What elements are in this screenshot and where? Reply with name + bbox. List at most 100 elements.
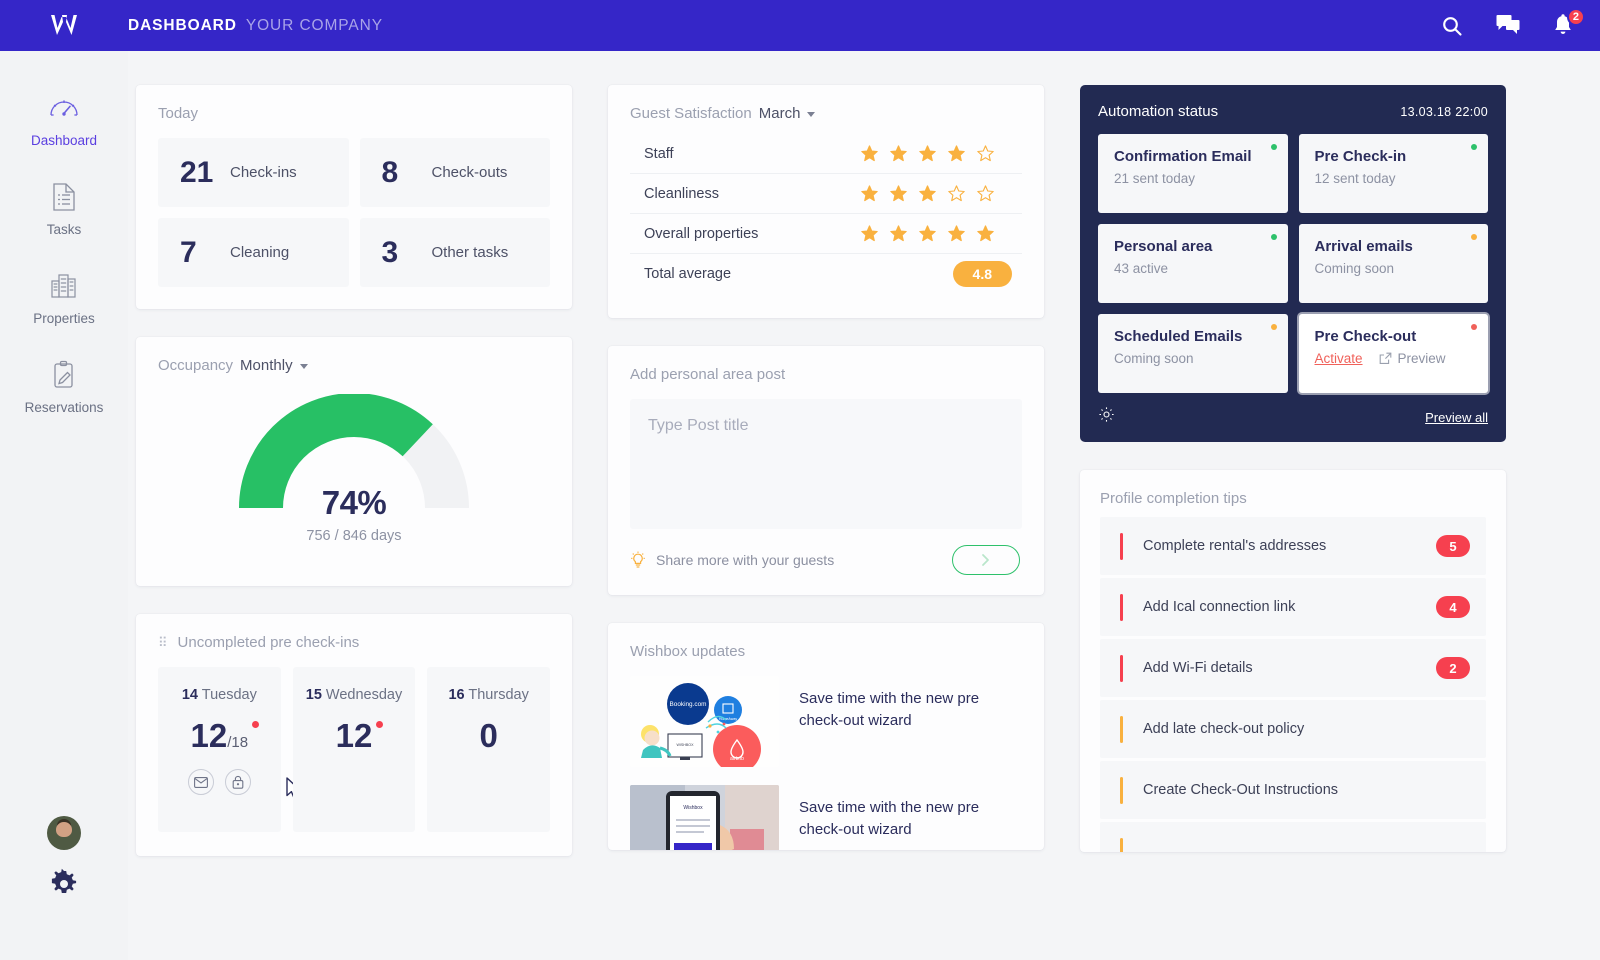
chat-icon[interactable] bbox=[1496, 14, 1520, 38]
day-weekday: Thursday bbox=[468, 687, 529, 703]
tip-item-rental-addresses[interactable]: Complete rental's addresses 5 bbox=[1100, 517, 1486, 575]
tip-item-checkout-instructions[interactable]: Create Check-Out Instructions bbox=[1100, 761, 1486, 819]
external-link-icon bbox=[1379, 352, 1391, 364]
today-tile-checkins[interactable]: 21 Check-ins bbox=[158, 138, 349, 207]
tip-priority-bar bbox=[1120, 593, 1123, 621]
wishbox-title: Wishbox updates bbox=[630, 643, 746, 660]
automation-card-pre-checkin[interactable]: Pre Check-in 12 sent today bbox=[1298, 134, 1488, 213]
tip-badge: 4 bbox=[1436, 596, 1470, 618]
day-card-wednesday[interactable]: 15 Wednesday 12 bbox=[292, 667, 416, 832]
tip-label: Complete rental's addresses bbox=[1143, 538, 1327, 554]
column-middle: Guest Satisfaction March Staff Cleanline… bbox=[608, 85, 1044, 878]
chevron-right-icon bbox=[982, 554, 989, 566]
tip-item-wifi-details[interactable]: Add Wi-Fi details 2 bbox=[1100, 639, 1486, 697]
automation-card-confirmation-email[interactable]: Confirmation Email 21 sent today bbox=[1098, 134, 1288, 213]
status-dot bbox=[1471, 324, 1477, 330]
day-actions bbox=[158, 769, 281, 795]
column-left: Today 21 Check-ins 8 Check-outs 7 Cleani… bbox=[136, 85, 572, 884]
buildings-icon bbox=[47, 269, 81, 303]
tip-priority-bar bbox=[1120, 776, 1123, 804]
automation-title: Automation status bbox=[1098, 103, 1219, 120]
gauge-detail: 756 / 846 days bbox=[306, 528, 402, 544]
automation-card-subtitle: 12 sent today bbox=[1314, 171, 1396, 186]
list-item[interactable]: Booking.com HomeAway airbnb WISHBOX Save… bbox=[630, 676, 1022, 767]
chevron-down-icon[interactable] bbox=[807, 112, 816, 117]
top-navigation-bar: DASHBOARD YOUR COMPANY 2 bbox=[0, 0, 1600, 51]
rating-row-total: Total average 4.8 bbox=[630, 254, 1022, 294]
activate-link[interactable]: Activate bbox=[1315, 351, 1363, 366]
post-title-input[interactable]: Type Post title bbox=[630, 399, 1022, 529]
today-tile-other-tasks[interactable]: 3 Other tasks bbox=[359, 218, 550, 287]
star-icon bbox=[977, 225, 994, 242]
notification-badge: 2 bbox=[1566, 7, 1585, 26]
tip-item-late-checkout-policy[interactable]: Add late check-out policy bbox=[1100, 700, 1486, 758]
preview-link[interactable]: Preview bbox=[1379, 351, 1446, 366]
app-logo[interactable] bbox=[0, 13, 128, 39]
sidebar-item-properties[interactable]: Properties bbox=[0, 269, 128, 326]
today-tile-checkouts[interactable]: 8 Check-outs bbox=[359, 138, 550, 207]
speedometer-icon bbox=[47, 91, 81, 125]
star-rating[interactable] bbox=[861, 225, 1012, 242]
sidebar-item-reservations[interactable]: Reservations bbox=[0, 358, 128, 415]
status-dot bbox=[1471, 144, 1477, 150]
search-icon[interactable] bbox=[1440, 14, 1464, 38]
star-rating[interactable] bbox=[861, 145, 1012, 162]
day-card-tuesday[interactable]: 14 Tuesday 12/18 bbox=[158, 667, 301, 832]
automation-timestamp: 13.03.18 22:00 bbox=[1400, 104, 1488, 119]
automation-card-pre-checkout[interactable]: Pre Check-out Activate Preview bbox=[1298, 314, 1488, 393]
gear-icon[interactable] bbox=[1098, 406, 1115, 428]
automation-card-personal-area[interactable]: Personal area 43 active bbox=[1098, 224, 1288, 303]
today-tile-cleaning[interactable]: 7 Cleaning bbox=[158, 218, 349, 287]
automation-footer: Preview all bbox=[1098, 406, 1488, 428]
gauge-readout: 74% 756 / 846 days bbox=[239, 484, 469, 544]
alert-dot bbox=[252, 721, 260, 728]
submit-post-button[interactable] bbox=[952, 545, 1020, 575]
tip-item-ical-link[interactable]: Add Ical connection link 4 bbox=[1100, 578, 1486, 636]
mail-icon[interactable] bbox=[187, 769, 214, 795]
guest-satisfaction-period[interactable]: March bbox=[759, 105, 801, 122]
day-count: 12 bbox=[335, 717, 373, 754]
day-header: 16 Thursday bbox=[427, 687, 550, 703]
tip-priority-bar bbox=[1120, 837, 1123, 852]
gear-icon[interactable] bbox=[48, 868, 80, 900]
star-icon bbox=[948, 225, 965, 242]
avatar[interactable] bbox=[47, 816, 81, 850]
post-title-placeholder: Type Post title bbox=[648, 417, 749, 434]
day-count: 12 bbox=[190, 717, 228, 754]
rating-name: Cleanliness bbox=[644, 185, 719, 202]
wishbox-w-logo-icon bbox=[51, 14, 77, 35]
list-item[interactable]: Wishbox Save time with the new pre check… bbox=[630, 785, 1022, 850]
share-hint: Share more with your guests bbox=[630, 551, 834, 569]
bell-icon[interactable]: 2 bbox=[1552, 7, 1585, 38]
star-icon bbox=[948, 185, 965, 202]
automation-card-title: Personal area bbox=[1114, 238, 1213, 255]
drag-handle-icon[interactable]: ⠿ bbox=[158, 636, 169, 649]
wishbox-thumbnail-photo: Wishbox bbox=[630, 785, 779, 850]
automation-card-scheduled-emails[interactable]: Scheduled Emails Coming soon bbox=[1098, 314, 1288, 393]
rating-name: Staff bbox=[644, 145, 674, 162]
automation-card-title: Arrival emails bbox=[1314, 238, 1413, 255]
automation-card-subtitle: Coming soon bbox=[1114, 351, 1194, 366]
today-title: Today bbox=[158, 105, 199, 122]
automation-cards: Confirmation Email 21 sent today Pre Che… bbox=[1098, 134, 1488, 393]
lock-icon[interactable] bbox=[224, 769, 251, 795]
tip-item-partial[interactable] bbox=[1100, 822, 1486, 852]
sidebar-item-dashboard[interactable]: Dashboard bbox=[0, 91, 128, 148]
tile-value: 8 bbox=[381, 155, 399, 189]
star-icon bbox=[977, 185, 994, 202]
column-right: Automation status 13.03.18 22:00 Confirm… bbox=[1080, 85, 1506, 880]
day-card-thursday[interactable]: 16 Thursday 0 bbox=[427, 667, 550, 832]
breadcrumb: DASHBOARD YOUR COMPANY bbox=[128, 17, 383, 35]
star-rating[interactable] bbox=[861, 185, 1012, 202]
star-icon bbox=[919, 225, 936, 242]
automation-card-arrival-emails[interactable]: Arrival emails Coming soon bbox=[1298, 224, 1488, 303]
automation-card-title: Pre Check-in bbox=[1314, 148, 1407, 165]
guest-satisfaction-header: Guest Satisfaction March bbox=[630, 105, 1022, 122]
chevron-down-icon[interactable] bbox=[299, 364, 308, 369]
automation-status-panel: Automation status 13.03.18 22:00 Confirm… bbox=[1080, 85, 1506, 442]
preview-all-link[interactable]: Preview all bbox=[1425, 410, 1488, 425]
day-date: 15 bbox=[305, 687, 322, 703]
occupancy-period-value[interactable]: Monthly bbox=[240, 357, 293, 374]
sidebar-item-tasks[interactable]: Tasks bbox=[0, 180, 128, 237]
today-tiles: 21 Check-ins 8 Check-outs 7 Cleaning 3 O… bbox=[158, 138, 550, 287]
